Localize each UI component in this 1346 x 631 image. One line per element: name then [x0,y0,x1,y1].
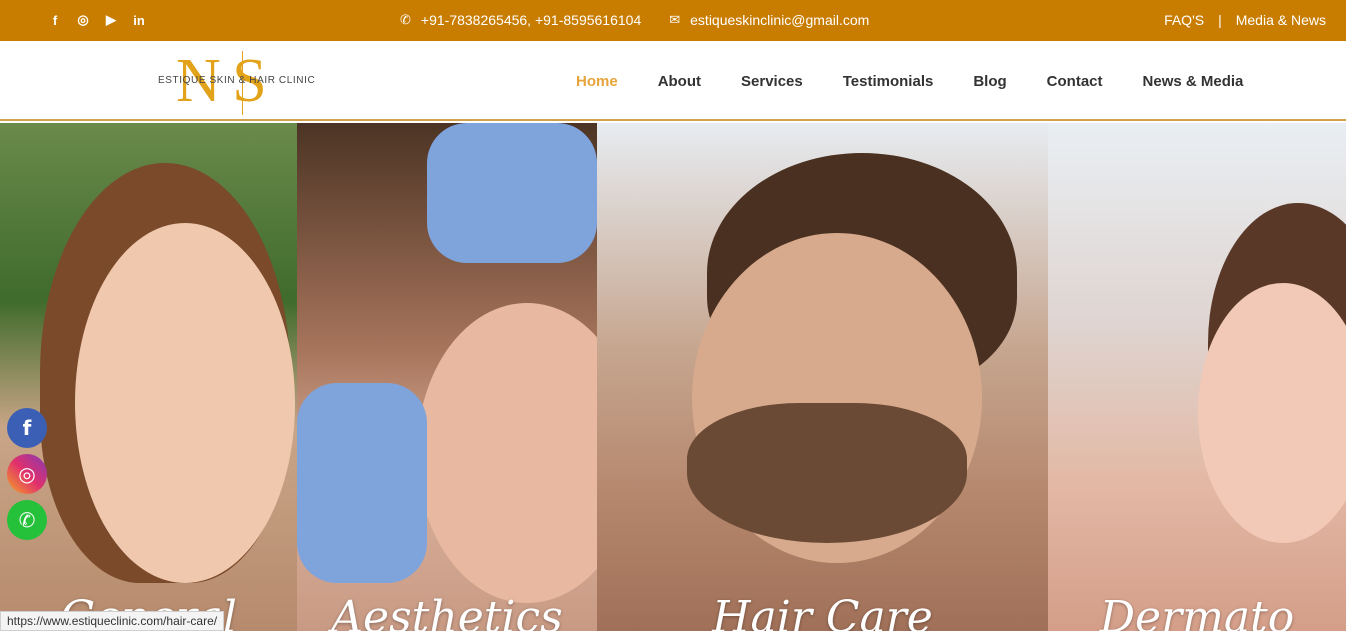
mail-icon: ✉ [669,12,681,27]
email-link[interactable]: estiqueskinclinic@gmail.com [690,12,869,28]
facebook-icon[interactable]: f [7,408,47,448]
floating-social-bar: f ◎ ✆ [7,408,47,540]
hero-panel-dermato[interactable]: Dermato [1048,123,1346,631]
nav-about[interactable]: About [658,73,701,90]
logo-text: ESTIQUE SKIN & HAIR CLINIC [158,75,316,86]
facebook-icon[interactable]: f [48,12,62,28]
instagram-icon[interactable]: ◎ [7,454,47,494]
whatsapp-icon[interactable]: ✆ [7,500,47,540]
nav-services[interactable]: Services [741,73,803,90]
divider: | [1218,12,1222,28]
panel-title-dermato: Dermato [1099,592,1295,631]
nav-blog[interactable]: Blog [973,73,1006,90]
main-navbar: N S ESTIQUE SKIN & HAIR CLINIC Home Abou… [0,41,1346,121]
hero-panel-general[interactable]: General [0,123,297,631]
clinic-logo[interactable]: N S ESTIQUE SKIN & HAIR CLINIC [158,47,318,115]
faq-link[interactable]: FAQ'S [1164,12,1204,28]
nav-home[interactable]: Home [576,73,618,90]
nav-testimonials[interactable]: Testimonials [843,73,934,90]
phone-icon: ✆ [400,12,411,27]
nav-news-media[interactable]: News & Media [1143,73,1244,90]
panel-title-hair-care: Hair Care [712,592,933,631]
hero-banner: General Aesthetics Hair Care Dermato [0,123,1346,631]
nav-contact[interactable]: Contact [1047,73,1103,90]
top-right-links: FAQ'S | Media & News [1164,12,1326,28]
top-bar: f ◎ ▶ in ✆ +91-7838265456, +91-859561610… [0,0,1346,41]
youtube-icon[interactable]: ▶ [104,12,118,28]
hero-panel-aesthetics[interactable]: Aesthetics [297,123,597,631]
instagram-icon[interactable]: ◎ [76,12,90,28]
linkedin-icon[interactable]: in [132,12,146,28]
top-social-links: f ◎ ▶ in [48,12,146,28]
hero-panel-hair-care[interactable]: Hair Care [597,123,1048,631]
media-news-link[interactable]: Media & News [1236,12,1326,28]
top-contact: ✆ +91-7838265456, +91-8595616104 ✉ estiq… [400,12,869,28]
browser-status-url: https://www.estiqueclinic.com/hair-care/ [0,611,225,631]
main-menu: Home About Services Testimonials Blog Co… [576,73,1283,90]
phone-numbers[interactable]: +91-7838265456, +91-8595616104 [421,12,641,28]
panel-title-aesthetics: Aesthetics [331,592,563,631]
